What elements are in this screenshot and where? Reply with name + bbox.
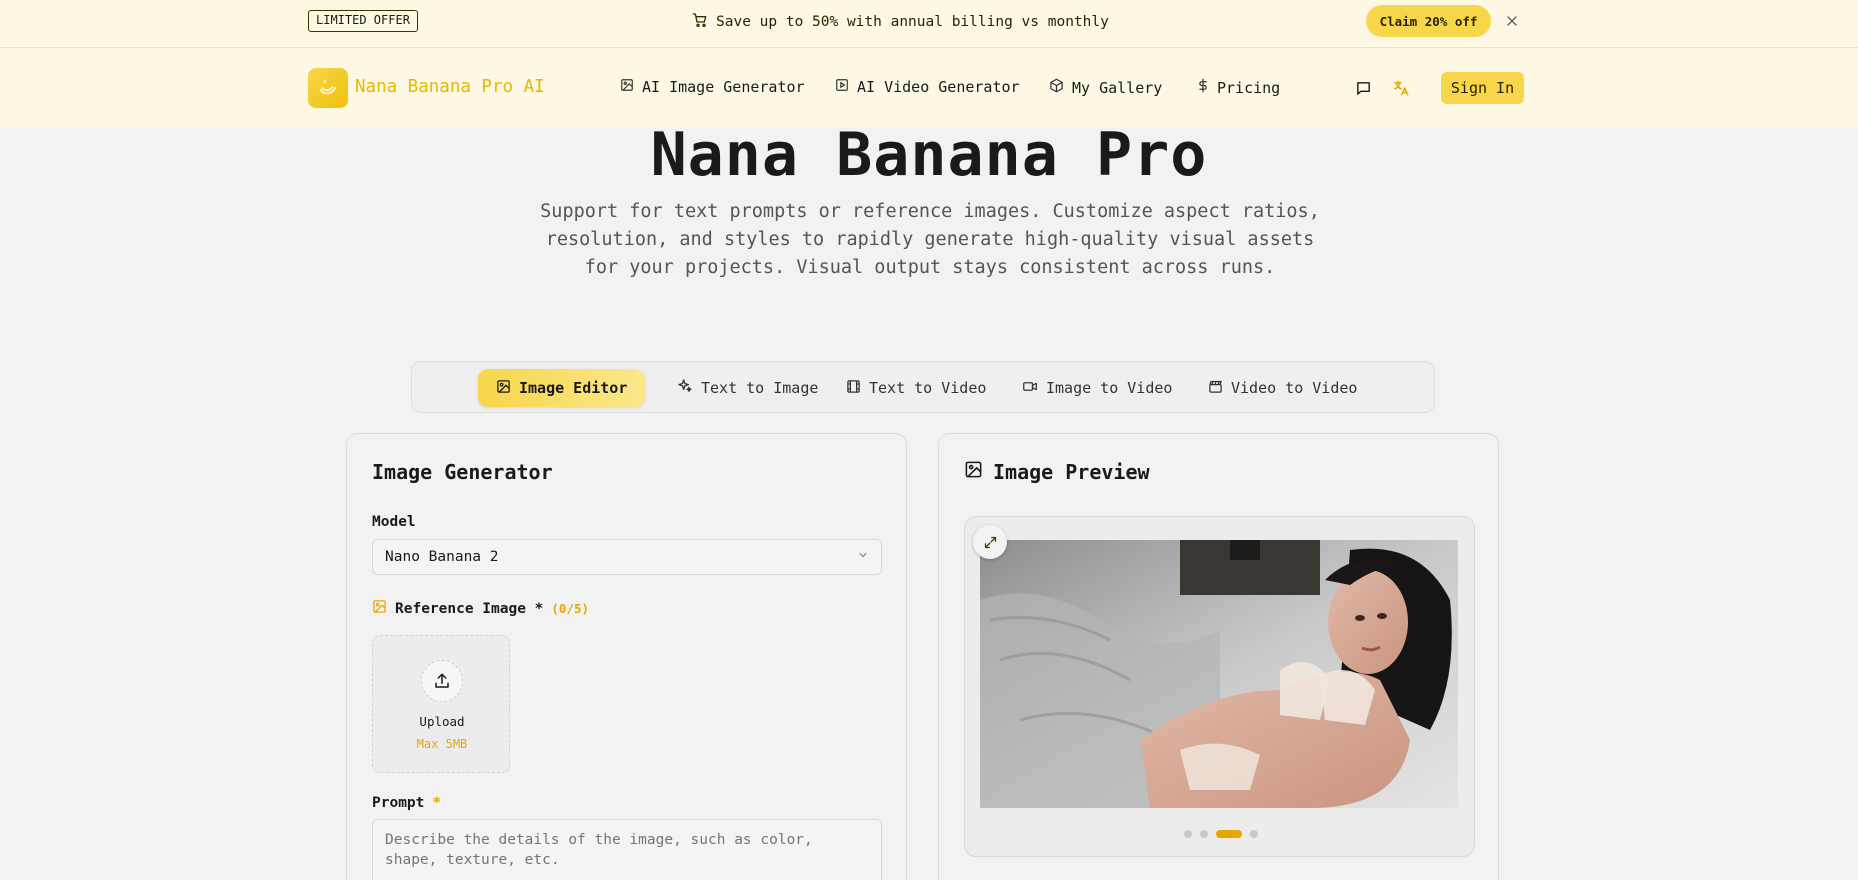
sign-in-button[interactable]: Sign In: [1441, 72, 1524, 104]
nav-ai-image-generator[interactable]: AI Image Generator: [620, 78, 805, 96]
close-icon[interactable]: [1503, 12, 1521, 30]
tab-video-to-video[interactable]: Video to Video: [1190, 369, 1375, 407]
brand-name[interactable]: Nana Banana Pro AI: [355, 77, 545, 97]
preview-title: Image Preview: [964, 460, 1150, 484]
nav-link-label: AI Video Generator: [857, 78, 1020, 96]
promo-banner: LIMITED OFFER Save up to 50% with annual…: [0, 0, 1858, 48]
expand-icon[interactable]: [973, 525, 1007, 559]
tab-label: Image Editor: [519, 379, 628, 397]
image-icon: [496, 379, 511, 398]
panel-title: Image Generator: [372, 460, 553, 484]
tab-image-editor[interactable]: Image Editor: [478, 369, 646, 407]
nav-link-label: My Gallery: [1072, 78, 1163, 97]
image-preview-panel: Image Preview: [938, 433, 1499, 880]
reference-image-label: Reference Image * (0/5): [372, 599, 589, 618]
tab-label: Video to Video: [1231, 379, 1358, 397]
top-navigation: Nana Banana Pro AI AI Image Generator AI…: [0, 48, 1858, 128]
promo-message: Save up to 50% with annual billing vs mo…: [692, 11, 1109, 33]
limited-offer-badge: LIMITED OFFER: [308, 10, 418, 32]
carousel-dot[interactable]: [1183, 830, 1192, 838]
dollar-icon: [1197, 78, 1209, 97]
carousel-dot[interactable]: [1249, 830, 1258, 838]
model-label: Model: [372, 514, 416, 530]
chevron-down-icon: [857, 549, 869, 565]
page-title: Nana Banana Pro: [650, 120, 1208, 190]
reference-image-count: (0/5): [551, 601, 590, 616]
cart-icon: [692, 12, 708, 32]
nav-ai-video-generator[interactable]: AI Video Generator: [835, 78, 1020, 96]
nav-link-label: AI Image Generator: [642, 78, 805, 96]
upload-label: Upload: [419, 714, 465, 729]
page-subtitle: Support for text prompts or reference im…: [540, 201, 1320, 278]
required-marker: *: [432, 795, 442, 811]
model-select[interactable]: Nano Banana 2: [372, 539, 882, 575]
upload-dropzone[interactable]: Upload Max 5MB: [372, 635, 510, 773]
tab-text-to-image[interactable]: Text to Image: [659, 369, 836, 407]
carousel-dots: [965, 830, 1476, 838]
prompt-input[interactable]: [372, 819, 882, 880]
prompt-label: Prompt *: [372, 795, 441, 811]
nav-link-label: Pricing: [1217, 78, 1281, 97]
promo-text: Save up to 50% with annual billing vs mo…: [716, 14, 1109, 30]
upload-icon: [421, 660, 463, 702]
sparkles-icon: [677, 378, 693, 398]
upload-size-limit: Max 5MB: [416, 737, 468, 751]
image-icon: [372, 599, 387, 618]
clapper-icon: [1208, 379, 1223, 398]
tab-label: Image to Video: [1046, 379, 1173, 397]
film-icon: [846, 379, 861, 398]
tab-image-to-video[interactable]: Image to Video: [1004, 369, 1190, 407]
image-icon: [620, 78, 634, 96]
nav-pricing[interactable]: Pricing: [1197, 78, 1280, 97]
reference-image-text: Reference Image *: [395, 600, 544, 617]
tab-label: Text to Image: [701, 379, 819, 397]
mode-tabs: Image Editor Text to Image Text to Video…: [411, 361, 1435, 413]
image-generator-panel: Image Generator Model Nano Banana 2 Refe…: [346, 433, 907, 880]
banana-logo-icon[interactable]: [308, 68, 348, 108]
carousel-dot[interactable]: [1215, 830, 1242, 838]
tab-label: Text to Video: [869, 379, 987, 397]
prompt-label-text: Prompt: [372, 795, 425, 811]
translate-icon[interactable]: [1391, 78, 1411, 98]
claim-discount-button[interactable]: Claim 20% off: [1366, 5, 1491, 37]
carousel-dot[interactable]: [1199, 830, 1208, 838]
camera-icon: [1022, 379, 1038, 398]
preview-title-text: Image Preview: [993, 460, 1150, 484]
chat-icon[interactable]: [1353, 78, 1373, 98]
model-value: Nano Banana 2: [385, 549, 499, 565]
video-play-icon: [835, 78, 849, 96]
preview-image[interactable]: [980, 540, 1458, 808]
tab-text-to-video[interactable]: Text to Video: [828, 369, 1004, 407]
image-icon: [964, 460, 983, 484]
preview-carousel: [964, 516, 1475, 857]
nav-my-gallery[interactable]: My Gallery: [1049, 78, 1162, 97]
cube-icon: [1049, 78, 1064, 97]
